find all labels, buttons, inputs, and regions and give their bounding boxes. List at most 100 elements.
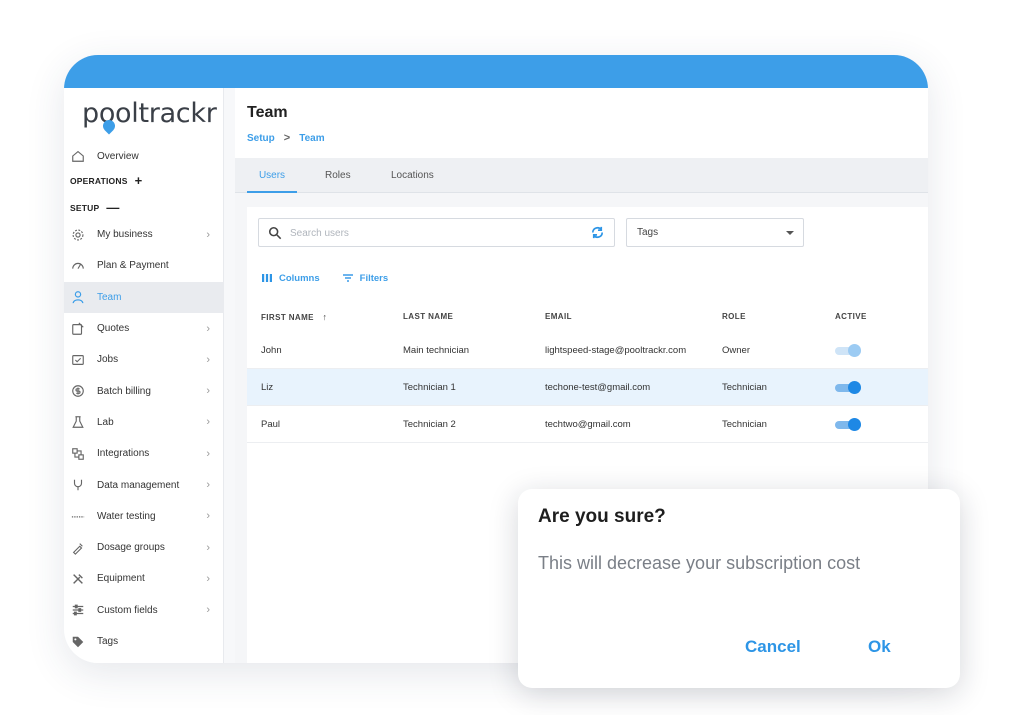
sidebar-item-label: Team	[97, 291, 122, 303]
cell-last-name: Technician 1	[403, 382, 456, 393]
ok-button[interactable]: Ok	[868, 637, 891, 657]
search-icon	[268, 226, 282, 240]
sidebar-item-label: Dosage groups	[97, 542, 165, 554]
section-setup[interactable]: SETUP —	[70, 200, 120, 215]
chevron-right-icon: ›	[206, 416, 210, 429]
column-header-last-name[interactable]: LAST NAME	[403, 312, 453, 321]
tags-select[interactable]: Tags	[626, 218, 804, 247]
tab-roles[interactable]: Roles	[325, 158, 351, 193]
breadcrumb-setup[interactable]: Setup	[247, 133, 275, 144]
gauge-icon	[70, 258, 86, 274]
active-toggle[interactable]	[835, 381, 861, 394]
sidebar: pooltrackr Overview OPERATIONS + SETUP —…	[64, 88, 224, 663]
sidebar-item-label: Plan & Payment	[97, 260, 169, 272]
sidebar-item-label: My business	[97, 229, 153, 241]
sliders-icon	[70, 602, 86, 618]
cell-email: techtwo@gmail.com	[545, 419, 631, 430]
column-header-role[interactable]: ROLE	[722, 312, 746, 321]
cell-first-name: John	[261, 345, 282, 356]
sidebar-item-my-business[interactable]: My business ›	[64, 219, 224, 250]
cell-first-name: Paul	[261, 419, 281, 430]
breadcrumb-team[interactable]: Team	[299, 133, 324, 144]
sidebar-item-custom-fields[interactable]: Custom fields ›	[64, 595, 224, 626]
sidebar-item-team[interactable]: Team	[64, 281, 224, 313]
sidebar-item-label: Custom fields	[97, 604, 158, 616]
confirm-dialog: Are you sure? This will decrease your su…	[518, 489, 960, 688]
column-header-email[interactable]: EMAIL	[545, 312, 572, 321]
chevron-right-icon: ›	[206, 353, 210, 366]
sidebar-item-label: Data management	[97, 479, 180, 491]
sidebar-item-data-management[interactable]: Data management ›	[64, 469, 224, 500]
expand-plus-icon: +	[134, 173, 143, 188]
dropper-icon	[70, 540, 86, 556]
table-row[interactable]: Paul Technician 2 techtwo@gmail.com Technic…	[247, 406, 928, 443]
sidebar-item-lab[interactable]: Lab ›	[64, 407, 224, 438]
table-row[interactable]: Liz Technician 1 techone-test@gmail.com Tec…	[247, 369, 928, 406]
refresh-icon[interactable]	[590, 225, 605, 240]
table-toolbar: Columns Filters	[261, 272, 410, 284]
tags-select-label: Tags	[637, 227, 659, 238]
column-header-active[interactable]: ACTIVE	[835, 312, 867, 321]
sidebar-item-overview[interactable]: Overview	[64, 145, 224, 167]
filters-button-label: Filters	[359, 272, 389, 284]
table-row[interactable]: John Main technician lightspeed-stage@pool…	[247, 332, 928, 369]
tab-locations[interactable]: Locations	[391, 158, 434, 193]
cell-first-name: Liz	[261, 382, 274, 393]
sidebar-item-quotes[interactable]: Quotes ›	[64, 313, 224, 344]
cell-last-name: Main technician	[403, 345, 470, 356]
home-icon	[70, 148, 86, 164]
sidebar-item-label: Overview	[97, 150, 139, 162]
sidebar-item-label: Lab	[97, 416, 114, 428]
sidebar-item-equipment[interactable]: Equipment ›	[64, 563, 224, 594]
sidebar-item-tags[interactable]: Tags	[64, 626, 224, 657]
water-test-icon	[70, 508, 86, 524]
sidebar-item-integrations[interactable]: Integrations ›	[64, 438, 224, 469]
sidebar-item-water-testing[interactable]: Water testing ›	[64, 501, 224, 532]
columns-button[interactable]: Columns	[261, 272, 320, 284]
cell-role: Technician	[722, 419, 767, 430]
toggle-knob	[848, 418, 861, 431]
columns-icon	[262, 274, 272, 282]
chevron-right-icon: ›	[206, 228, 210, 241]
sidebar-item-plan-payment[interactable]: Plan & Payment	[64, 250, 224, 281]
collapse-minus-icon: —	[106, 200, 120, 215]
breadcrumb: Setup > Team	[247, 132, 325, 144]
dialog-title: Are you sure?	[538, 506, 666, 527]
chevron-right-icon: ›	[206, 510, 210, 523]
gear-icon	[70, 227, 86, 243]
section-operations[interactable]: OPERATIONS +	[70, 173, 142, 188]
active-toggle	[835, 344, 861, 357]
search-box	[258, 218, 615, 247]
table-header: FIRST NAME ↑ LAST NAME EMAIL ROLE ACTIVE	[247, 302, 928, 332]
page-title: Team	[247, 104, 288, 121]
chevron-right-icon: ›	[206, 479, 210, 492]
data-icon	[70, 477, 86, 493]
dialog-message: This will decrease your subscription cos…	[538, 553, 861, 573]
columns-button-label: Columns	[279, 272, 320, 284]
cell-role: Technician	[722, 382, 767, 393]
toggle-knob	[848, 344, 861, 357]
cell-email: techone-test@gmail.com	[545, 382, 651, 393]
cell-role: Owner	[722, 345, 750, 356]
sidebar-item-label: Water testing	[97, 510, 156, 522]
sidebar-item-jobs[interactable]: Jobs ›	[64, 344, 224, 375]
breadcrumb-separator: >	[283, 132, 291, 144]
sidebar-item-dosage-groups[interactable]: Dosage groups ›	[64, 532, 224, 563]
sidebar-item-batch-billing[interactable]: Batch billing ›	[64, 375, 224, 406]
jobs-icon	[70, 352, 86, 368]
active-toggle[interactable]	[835, 418, 861, 431]
integrations-icon	[70, 446, 86, 462]
cancel-button[interactable]: Cancel	[745, 637, 801, 657]
filter-icon	[342, 274, 353, 282]
filters-button[interactable]: Filters	[342, 272, 389, 284]
cell-email: lightspeed-stage@pooltrackr.com	[545, 345, 687, 356]
chevron-right-icon: ›	[206, 604, 210, 617]
person-icon	[70, 289, 86, 305]
chevron-right-icon: ›	[206, 385, 210, 398]
chevron-right-icon: ›	[206, 541, 210, 554]
search-input[interactable]	[290, 224, 580, 242]
tab-users[interactable]: Users	[247, 158, 297, 193]
sidebar-item-label: Tags	[97, 636, 119, 647]
column-header-first-name[interactable]: FIRST NAME ↑	[261, 312, 327, 322]
column-header-label: FIRST NAME	[261, 313, 314, 322]
